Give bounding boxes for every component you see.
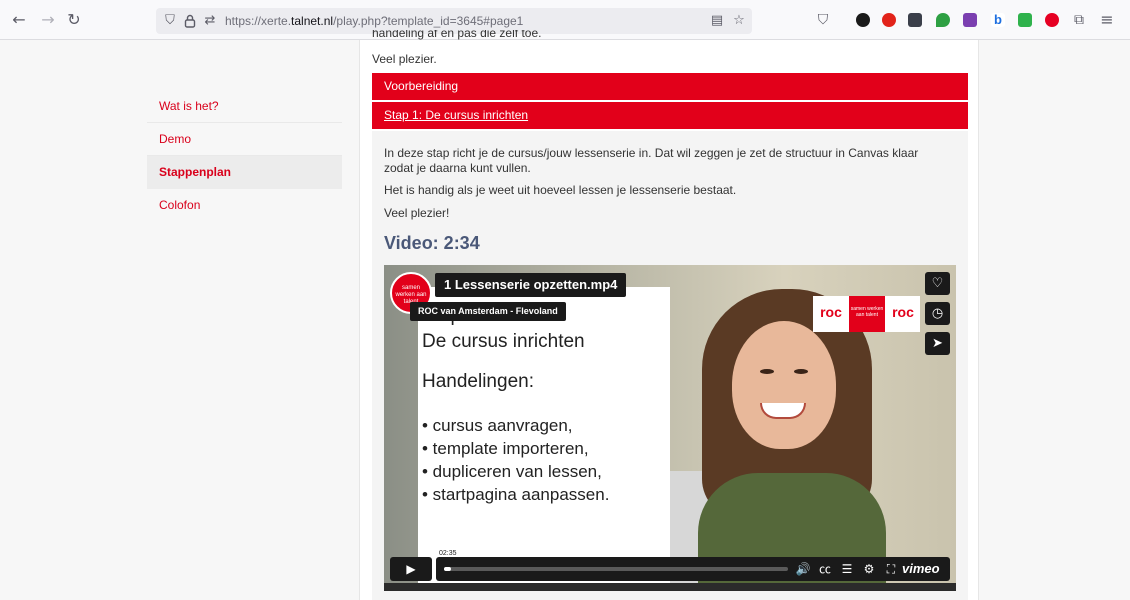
panel-paragraph-1: In deze stap richt je de cursus/jouw les… [384, 146, 919, 175]
share-send-icon[interactable]: ➤ [925, 332, 950, 355]
accordion-voorbereiding[interactable]: Voorbereiding [372, 73, 968, 100]
video-player[interactable]: Stap 1: De cursus inrichten Handelingen:… [384, 265, 956, 591]
video-heading: Video: 2:34 [384, 233, 480, 253]
reader-view-icon[interactable]: ▤ [709, 12, 725, 30]
intro-closing: Veel plezier. [372, 52, 437, 66]
nav-item-colofon[interactable]: Colofon [147, 189, 342, 222]
face [732, 321, 836, 449]
watch-later-clock-icon[interactable]: ◷ [925, 302, 950, 325]
lock-icon[interactable] [182, 12, 198, 30]
slide-bullet: • template importeren, [422, 439, 589, 458]
video-controls: ▶ 🔊 ㏄ ☰ ⚙ ⛶ vimeo [390, 557, 950, 581]
transcript-icon[interactable]: ☰ [838, 560, 856, 578]
panel-paragraph-2: Het is handig als je weet uit hoeveel le… [384, 183, 737, 197]
video-slide: Stap 1: De cursus inrichten Handelingen:… [418, 287, 670, 587]
extensions-puzzle-icon[interactable]: ⧉ [1070, 11, 1088, 29]
extension-evernote-icon[interactable] [936, 13, 950, 27]
pocket-icon[interactable]: ⛉ [814, 11, 832, 29]
roc-logo-middle: samen werken aan talent [849, 296, 885, 332]
progress-fill [444, 567, 451, 571]
permissions-icon[interactable]: ⇄ [202, 12, 218, 30]
scrolled-text: handeling af en pas die zelf toe. [372, 30, 542, 40]
fullscreen-icon[interactable]: ⛶ [882, 560, 900, 578]
progress-track[interactable] [444, 567, 788, 571]
extension-b-icon[interactable]: b [991, 13, 1005, 27]
extension-onenote-icon[interactable] [963, 13, 977, 27]
menu-icon[interactable]: ≡ [1098, 11, 1116, 29]
captions-icon[interactable]: ㏄ [816, 560, 834, 578]
left-eye [760, 369, 774, 374]
nav-item-stappenplan[interactable]: Stappenplan [147, 156, 342, 189]
extension-dots-icon[interactable] [908, 13, 922, 27]
bookmark-star-icon[interactable]: ☆ [731, 12, 747, 30]
slide-bullet: • startpagina aanpassen. [422, 485, 610, 504]
roc-logos: rοc samen werken aan talent rοc [813, 296, 920, 332]
volume-icon[interactable]: 🔊 [794, 560, 812, 578]
extension-r-icon[interactable] [856, 13, 870, 27]
reload-icon[interactable]: ↻ [64, 10, 84, 30]
right-eye [794, 369, 808, 374]
nav-item-demo[interactable]: Demo [147, 123, 342, 156]
slide-bullet: • dupliceren van lessen, [422, 462, 602, 481]
settings-gear-icon[interactable]: ⚙ [860, 560, 878, 578]
extension-pinterest-icon[interactable] [1045, 13, 1059, 27]
vimeo-logo[interactable]: vimeo [902, 560, 940, 578]
like-heart-icon[interactable]: ♡ [925, 272, 950, 295]
accordion-stap-1[interactable]: Stap 1: De cursus inrichten [372, 102, 968, 129]
video-title[interactable]: 1 Lessenserie opzetten.mp4 [435, 273, 627, 297]
slide-bullet: • cursus aanvragen, [422, 416, 573, 435]
side-navigation: Wat is het? Demo Stappenplan Colofon [147, 90, 342, 222]
shield-icon[interactable]: ⛉ [162, 12, 178, 30]
roc-logo-left: rοc [820, 304, 842, 320]
panel-paragraph-3: Veel plezier! [384, 206, 450, 220]
nav-item-wat-is-het[interactable]: Wat is het? [147, 90, 342, 123]
video-bottom-strip [384, 583, 956, 591]
progress-bar[interactable]: 🔊 ㏄ ☰ ⚙ ⛶ vimeo [436, 557, 950, 581]
back-icon[interactable]: ← [9, 10, 29, 30]
video-channel[interactable]: ROC van Amsterdam - Flevoland [410, 302, 566, 321]
roc-logo-right: rοc [892, 304, 914, 320]
extension-green-icon[interactable] [1018, 13, 1032, 27]
extension-opera-icon[interactable] [882, 13, 896, 27]
slide-subtitle: Handelingen: [422, 371, 534, 392]
url-text[interactable]: https://xerte.talnet.nl/play.php?templat… [225, 14, 523, 28]
right-margin [978, 40, 1130, 600]
forward-icon[interactable]: → [38, 10, 58, 30]
play-icon[interactable]: ▶ [390, 557, 432, 581]
slide-title: De cursus inrichten [422, 331, 585, 352]
